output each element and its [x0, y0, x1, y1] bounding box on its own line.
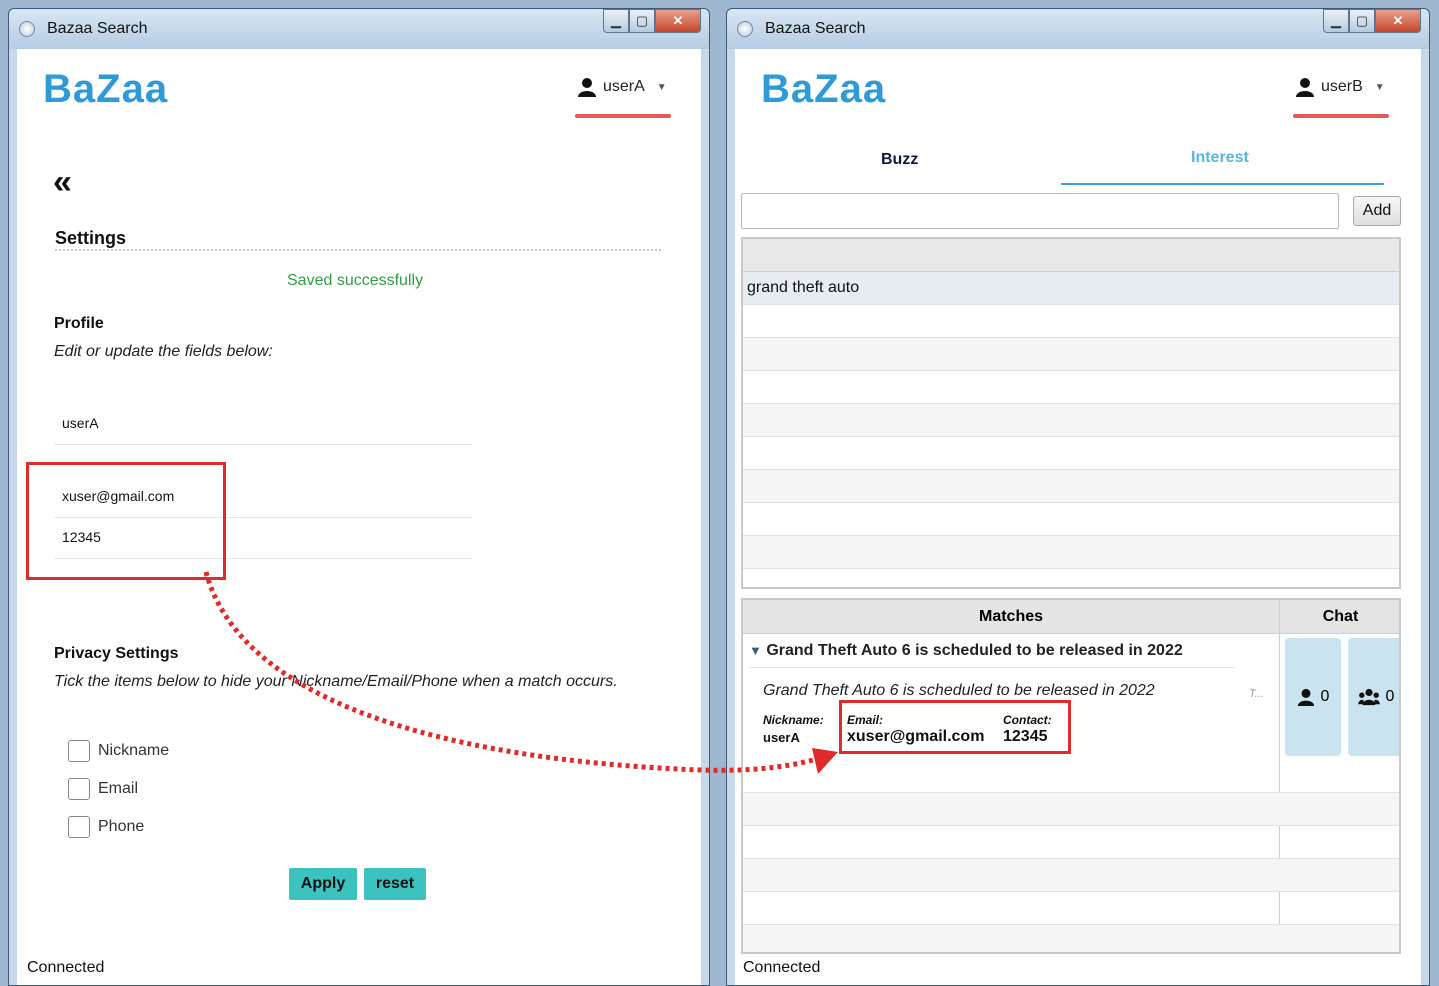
- empty-row: [743, 892, 1399, 925]
- highlight-box-match: [839, 700, 1071, 754]
- empty-row: [743, 925, 1399, 952]
- chat-person-count: 0: [1320, 688, 1330, 705]
- apply-button[interactable]: Apply: [289, 868, 357, 900]
- connection-status: Connected: [743, 959, 821, 976]
- user-menu[interactable]: userA ▼: [577, 77, 667, 97]
- user-underline: [575, 114, 671, 118]
- matches-table: Matches Chat ▼ Grand Theft Auto 6 is sch…: [741, 598, 1401, 954]
- connection-status: Connected: [27, 959, 105, 976]
- window-controls: ▁ ▢ ✕: [1323, 9, 1421, 35]
- hide-email-option[interactable]: Email: [68, 778, 138, 800]
- highlight-box-profile: [26, 462, 226, 580]
- hide-phone-option[interactable]: Phone: [68, 816, 144, 838]
- chat-group-button[interactable]: 0: [1348, 638, 1399, 756]
- settings-title: Settings: [55, 228, 127, 248]
- empty-row: [743, 536, 1399, 569]
- add-interest-button[interactable]: Add: [1353, 196, 1401, 226]
- chat-person-button[interactable]: 0: [1285, 638, 1341, 756]
- user-icon: [1297, 688, 1314, 706]
- close-button[interactable]: ✕: [1375, 9, 1421, 33]
- back-button[interactable]: «: [53, 165, 72, 199]
- hide-nickname-option[interactable]: Nickname: [68, 740, 169, 762]
- chat-group-count: 0: [1385, 688, 1395, 705]
- empty-row: [743, 503, 1399, 536]
- match-nickname: userA: [763, 730, 800, 745]
- profile-title: Profile: [54, 315, 104, 332]
- hide-nickname-checkbox[interactable]: [68, 740, 90, 762]
- minimize-button[interactable]: ▁: [1323, 9, 1349, 33]
- empty-row: [743, 760, 1399, 793]
- match-description: Grand Theft Auto 6 is scheduled to be re…: [763, 682, 1155, 699]
- match-group[interactable]: ▼ Grand Theft Auto 6 is scheduled to be …: [749, 642, 1183, 660]
- privacy-title: Privacy Settings: [54, 645, 179, 662]
- match-group-title: Grand Theft Auto 6 is scheduled to be re…: [766, 642, 1183, 659]
- maximize-button[interactable]: ▢: [629, 9, 655, 33]
- minimize-button[interactable]: ▁: [603, 9, 629, 33]
- nickname-input[interactable]: [62, 415, 462, 431]
- interest-row[interactable]: grand theft auto: [743, 272, 1399, 305]
- close-button[interactable]: ✕: [655, 9, 701, 33]
- hide-email-checkbox[interactable]: [68, 778, 90, 800]
- user-icon: [578, 78, 596, 97]
- active-tab-indicator: [1061, 183, 1384, 185]
- nickname-field: [54, 405, 472, 445]
- empty-row: [743, 569, 1399, 587]
- reset-button[interactable]: reset: [364, 868, 426, 900]
- empty-row: [743, 859, 1399, 892]
- app-icon: [19, 21, 35, 37]
- user-name: userA: [603, 78, 645, 95]
- empty-row: [743, 793, 1399, 826]
- empty-row: [743, 371, 1399, 404]
- empty-row: [743, 826, 1399, 859]
- window-controls: ▁ ▢ ✕: [603, 9, 701, 35]
- window-title: Bazaa Search: [765, 20, 866, 37]
- hide-nickname-label: Nickname: [98, 742, 170, 759]
- truncated-text: T...: [1249, 688, 1264, 700]
- interest-input[interactable]: [741, 193, 1339, 229]
- save-status-message: Saved successfully: [287, 272, 424, 289]
- tab-buzz[interactable]: Buzz: [881, 151, 918, 169]
- interest-list-header: [743, 239, 1399, 272]
- divider: [749, 667, 1235, 668]
- empty-row: [743, 404, 1399, 437]
- user-underline: [1293, 114, 1389, 118]
- privacy-description: Tick the items below to hide your Nickna…: [54, 673, 618, 690]
- chevron-down-icon: ▼: [1374, 81, 1385, 93]
- app-logo: BaZaa: [761, 67, 887, 111]
- chevron-down-icon: ▼: [749, 643, 762, 658]
- nickname-label: Nickname:: [763, 713, 824, 727]
- users-icon: [1357, 688, 1380, 706]
- interest-list: grand theft auto: [741, 237, 1401, 589]
- empty-row: [743, 338, 1399, 371]
- search-content: BaZaa userB ▼ Buzz Interest Add grand th…: [735, 49, 1421, 985]
- user-icon: [1296, 78, 1314, 97]
- hide-phone-label: Phone: [98, 818, 145, 835]
- hide-email-label: Email: [98, 780, 139, 797]
- empty-row: [743, 437, 1399, 470]
- title-bar[interactable]: Bazaa Search ▁ ▢ ✕: [727, 9, 1429, 49]
- tab-interest[interactable]: Interest: [1191, 149, 1249, 167]
- app-logo: BaZaa: [43, 67, 169, 111]
- hide-phone-checkbox[interactable]: [68, 816, 90, 838]
- user-menu[interactable]: userB ▼: [1295, 77, 1385, 97]
- empty-row: [743, 470, 1399, 503]
- app-icon: [737, 21, 753, 37]
- window-title: Bazaa Search: [47, 20, 148, 37]
- user-name: userB: [1321, 78, 1363, 95]
- chevron-down-icon: ▼: [656, 81, 667, 93]
- divider: [55, 249, 661, 251]
- search-window: Bazaa Search ▁ ▢ ✕ BaZaa userB ▼ Buzz In…: [726, 8, 1430, 986]
- profile-description: Edit or update the fields below:: [54, 343, 273, 360]
- title-bar[interactable]: Bazaa Search ▁ ▢ ✕: [9, 9, 709, 49]
- chat-header: Chat: [1280, 600, 1399, 634]
- matches-header: Matches: [743, 600, 1279, 634]
- maximize-button[interactable]: ▢: [1349, 9, 1375, 33]
- empty-row: [743, 305, 1399, 338]
